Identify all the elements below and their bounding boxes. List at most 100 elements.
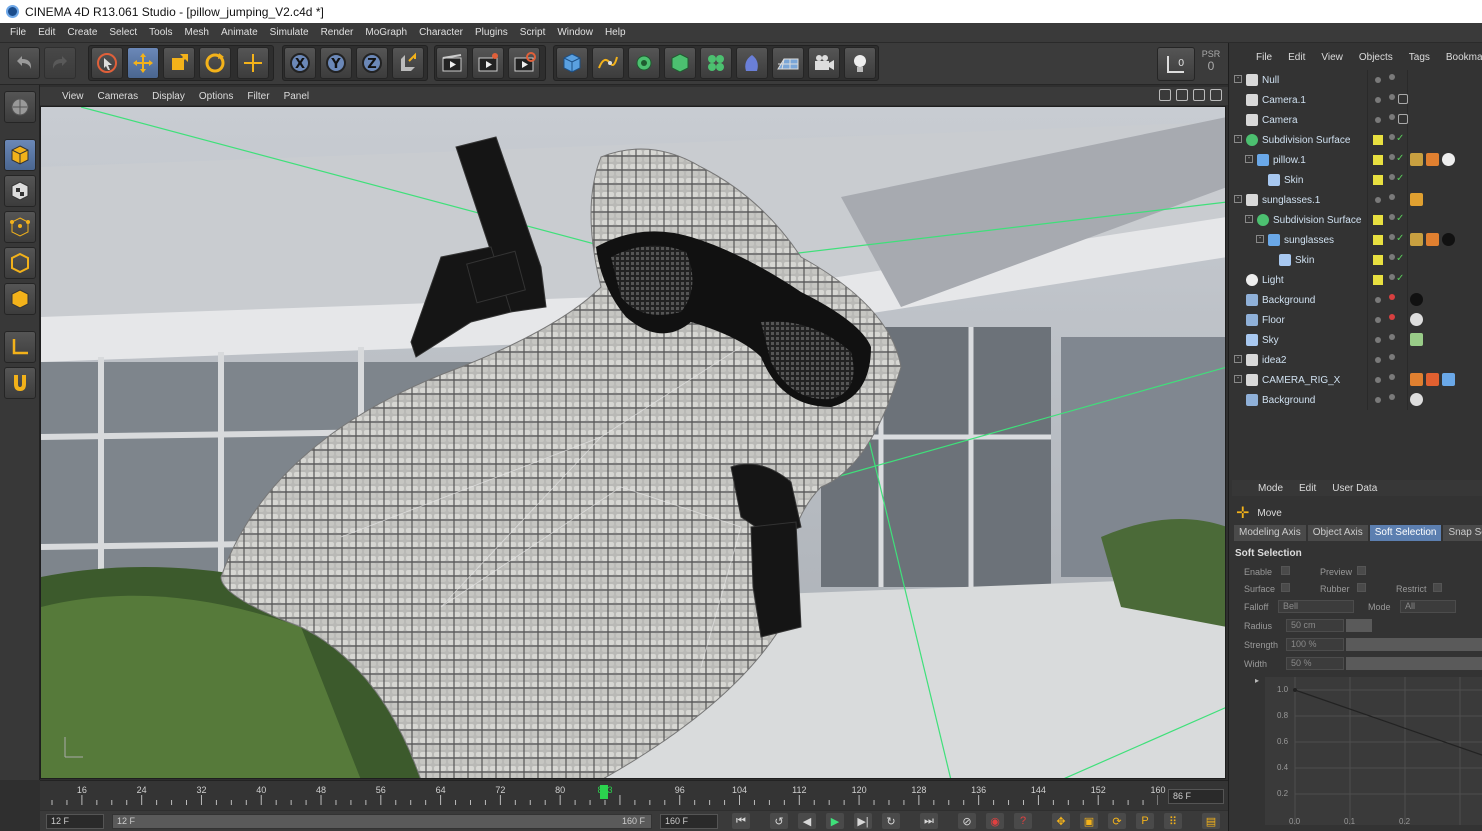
key-scale-icon[interactable]: ▣ — [1080, 813, 1098, 829]
object-row[interactable]: - Null — [1232, 70, 1482, 90]
last-tool-icon[interactable] — [237, 47, 269, 79]
z-axis-icon[interactable]: Z — [356, 47, 388, 79]
psr-lock-icon[interactable]: 0 — [1157, 47, 1195, 81]
enabled-check-icon[interactable]: ✓ — [1396, 253, 1404, 264]
expand-toggle-icon[interactable]: - — [1245, 155, 1253, 163]
material-tag-icon[interactable] — [1442, 233, 1455, 246]
object-row[interactable]: - sunglasses ✓ — [1232, 230, 1482, 250]
am-menu-edit[interactable]: Edit — [1299, 483, 1316, 494]
current-frame-field[interactable]: 86 F — [1168, 789, 1224, 804]
expand-toggle-icon[interactable]: - — [1245, 215, 1253, 223]
enabled-check-icon[interactable]: ✓ — [1396, 133, 1404, 144]
enabled-check-icon[interactable]: ✓ — [1396, 213, 1404, 224]
expand-toggle-icon[interactable]: - — [1234, 355, 1242, 363]
object-name[interactable]: Subdivision Surface — [1273, 215, 1361, 226]
material-tag-icon[interactable] — [1410, 233, 1423, 246]
layer-color-swatch[interactable] — [1373, 275, 1383, 285]
previous-frame-icon[interactable]: ◀ — [798, 813, 816, 829]
tab-modeling-axis[interactable]: Modeling Axis — [1234, 525, 1306, 541]
material-tag-icon[interactable] — [1426, 153, 1439, 166]
menu-edit[interactable]: Edit — [32, 27, 61, 38]
camera-target-tag-icon[interactable] — [1398, 94, 1408, 104]
menu-create[interactable]: Create — [61, 27, 103, 38]
scale-icon[interactable] — [163, 47, 195, 79]
enable-checkbox[interactable] — [1281, 566, 1290, 575]
object-row[interactable]: Camera — [1232, 110, 1482, 130]
object-row[interactable]: Background — [1232, 290, 1482, 310]
object-row[interactable]: - Subdivision Surface ✓ — [1232, 210, 1482, 230]
key-rotation-icon[interactable]: ⟳ — [1108, 813, 1126, 829]
move-icon[interactable] — [127, 47, 159, 79]
expand-toggle-icon[interactable]: - — [1234, 135, 1242, 143]
material-tag-icon[interactable] — [1410, 373, 1423, 386]
material-tag-icon[interactable] — [1410, 333, 1423, 346]
spline-pen-icon[interactable] — [592, 47, 624, 79]
render-visibility-dot[interactable] — [1389, 234, 1395, 240]
keyframe-selection-icon[interactable]: ? — [1014, 813, 1032, 829]
render-visibility-dot[interactable] — [1389, 134, 1395, 140]
key-position-icon[interactable]: ✥ — [1052, 813, 1070, 829]
graph-expand-arrow[interactable]: ▸ — [1255, 676, 1259, 685]
object-row[interactable]: - CAMERA_RIG_X — [1232, 370, 1482, 390]
render-visibility-dot[interactable] — [1389, 394, 1395, 400]
viewport-menu-display[interactable]: Display — [152, 91, 185, 102]
render-visibility-dot[interactable] — [1389, 94, 1395, 100]
scheme-icon[interactable]: ▤ — [1202, 813, 1220, 829]
layer-color-swatch[interactable] — [1373, 255, 1383, 265]
object-row[interactable]: Light ✓ — [1232, 270, 1482, 290]
editor-visibility-dot[interactable] — [1375, 97, 1381, 103]
am-menu-user-data[interactable]: User Data — [1332, 483, 1377, 494]
menu-script[interactable]: Script — [514, 27, 552, 38]
edge-mode-icon[interactable] — [4, 247, 36, 279]
object-name[interactable]: Skin — [1295, 255, 1314, 266]
am-menu-mode[interactable]: Mode — [1258, 483, 1283, 494]
om-menu-view[interactable]: View — [1321, 52, 1343, 63]
render-visibility-dot[interactable] — [1389, 274, 1395, 280]
radius-slider[interactable] — [1346, 619, 1372, 632]
expand-toggle-icon[interactable]: - — [1234, 75, 1242, 83]
width-field[interactable]: 50 % — [1286, 657, 1344, 670]
y-axis-icon[interactable]: Y — [320, 47, 352, 79]
rubber-checkbox[interactable] — [1357, 583, 1366, 592]
viewport-menu-view[interactable]: View — [62, 91, 84, 102]
om-menu-objects[interactable]: Objects — [1359, 52, 1393, 63]
undo-icon[interactable] — [8, 47, 40, 79]
object-name[interactable]: CAMERA_RIG_X — [1262, 375, 1340, 386]
snap-magnet-icon[interactable] — [4, 367, 36, 399]
render-visibility-dot[interactable] — [1389, 374, 1395, 380]
object-name[interactable]: Sky — [1262, 335, 1279, 346]
object-row[interactable]: - idea2 — [1232, 350, 1482, 370]
object-row[interactable]: Sky — [1232, 330, 1482, 350]
object-name[interactable]: Floor — [1262, 315, 1285, 326]
preview-checkbox[interactable] — [1357, 566, 1366, 575]
deformer-icon[interactable] — [736, 47, 768, 79]
render-visibility-dot[interactable] — [1389, 74, 1395, 80]
model-mode-icon[interactable] — [4, 139, 36, 171]
zoom-icon[interactable] — [1176, 89, 1188, 101]
object-row[interactable]: Background — [1232, 390, 1482, 410]
object-name[interactable]: Null — [1262, 75, 1279, 86]
record-keys-icon[interactable]: ⊘ — [958, 813, 976, 829]
render-visibility-dot[interactable] — [1389, 354, 1395, 360]
strength-field[interactable]: 100 % — [1286, 638, 1344, 651]
falloff-dropdown[interactable]: Bell — [1278, 600, 1354, 613]
render-visibility-dot[interactable] — [1389, 114, 1395, 120]
object-row[interactable]: Camera.1 — [1232, 90, 1482, 110]
range-slider[interactable]: 12 F 160 F — [112, 814, 652, 829]
layer-color-swatch[interactable] — [1373, 155, 1383, 165]
point-mode-icon[interactable] — [4, 211, 36, 243]
editor-visibility-dot[interactable] — [1375, 317, 1381, 323]
mograph-cloner-icon[interactable] — [700, 47, 732, 79]
start-frame-field[interactable]: 12 F — [46, 814, 104, 829]
end-frame-field[interactable]: 160 F — [660, 814, 718, 829]
falloff-graph[interactable]: 1.0 0.8 0.6 0.4 0.2 0.0 0.1 0.2 — [1265, 677, 1482, 826]
goto-end-icon[interactable]: ⏭ — [920, 813, 938, 829]
auto-keying-icon[interactable]: ◉ — [986, 813, 1004, 829]
camera-target-tag-icon[interactable] — [1398, 114, 1408, 124]
live-selection-icon[interactable] — [91, 47, 123, 79]
enabled-check-icon[interactable]: ✓ — [1396, 153, 1404, 164]
object-name[interactable]: pillow.1 — [1273, 155, 1306, 166]
tab-snap-settings[interactable]: Snap Se — [1443, 525, 1482, 541]
render-visibility-dot[interactable] — [1389, 294, 1395, 300]
material-tag-icon[interactable] — [1410, 313, 1423, 326]
